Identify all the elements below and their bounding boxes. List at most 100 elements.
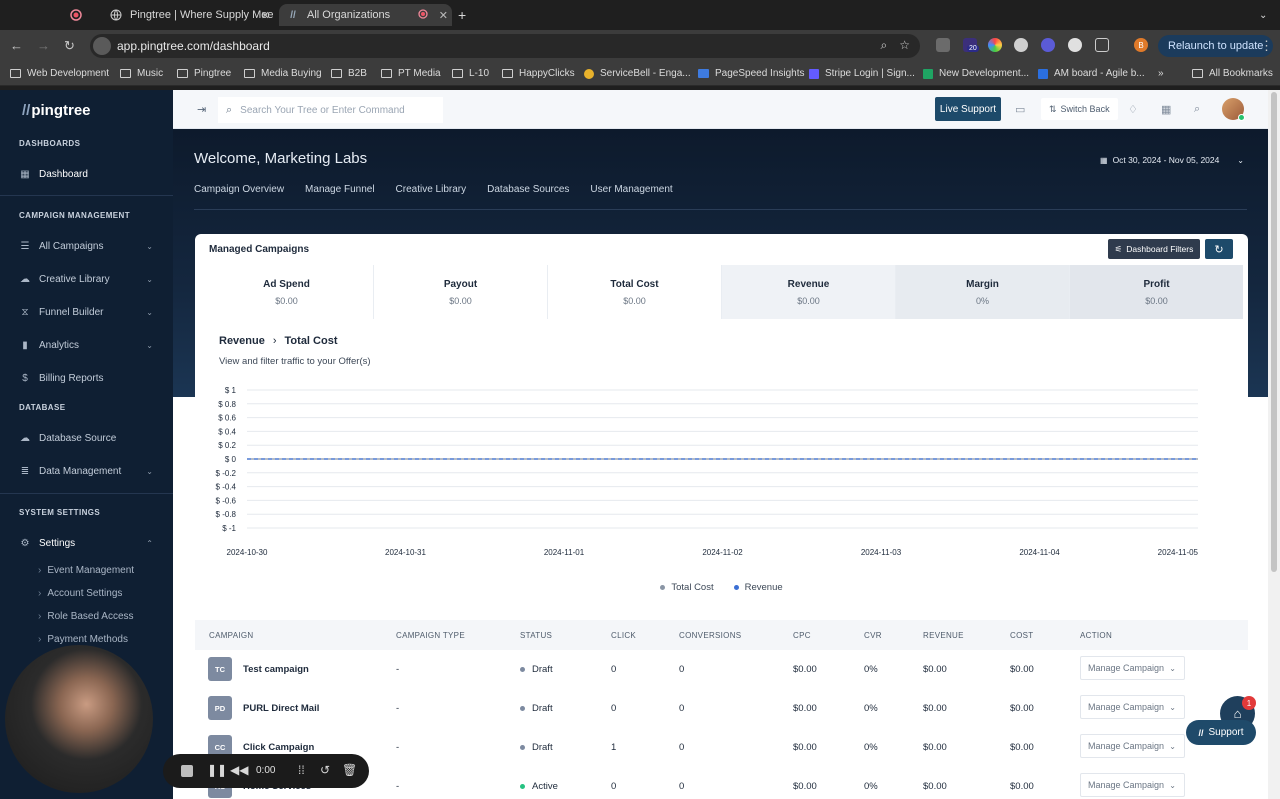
extension-icon[interactable]	[936, 38, 950, 52]
sidebar-subitem-account-settings[interactable]: Account Settings	[38, 588, 122, 599]
sidebar-subitem-role-based-access[interactable]: Role Based Access	[38, 611, 133, 622]
support-button[interactable]: //Support	[1186, 720, 1256, 745]
address-bar[interactable]: app.pingtree.com/dashboard ⌕ ☆	[90, 34, 920, 58]
bookmark-item[interactable]: New Development...	[923, 68, 1029, 79]
bookmark-item[interactable]: AM board - Agile b...	[1038, 68, 1145, 79]
column-header[interactable]: CAMPAIGN	[209, 631, 253, 640]
relaunch-button[interactable]: Relaunch to update	[1158, 35, 1274, 57]
bell-icon[interactable]: ♢	[1128, 103, 1138, 116]
tab-database-sources[interactable]: Database Sources	[487, 184, 569, 195]
drag-handle-icon[interactable]: ⁞⁞	[298, 763, 305, 777]
table-row[interactable]: TC Test campaign - Draft 0 0 $0.00 0% $0…	[195, 650, 1248, 689]
legend-item-total-cost[interactable]: Total Cost	[660, 582, 714, 593]
campaign-name[interactable]: Test campaign	[243, 664, 309, 675]
restart-icon[interactable]: ↺	[320, 763, 330, 777]
bookmark-item[interactable]: Pingtree	[177, 68, 231, 79]
bookmark-item[interactable]: Media Buying	[244, 68, 322, 79]
browser-tab-recording[interactable]	[70, 4, 100, 26]
sidebar-item-creative-library[interactable]: ☁ Creative Library ⌄	[19, 273, 159, 285]
puzzle-icon[interactable]	[1095, 38, 1109, 52]
bookmark-item[interactable]: HappyClicks	[502, 68, 575, 79]
page-scrollbar[interactable]	[1268, 90, 1280, 799]
close-icon[interactable]: ✕	[439, 9, 448, 22]
bookmark-item[interactable]: Stripe Login | Sign...	[809, 68, 915, 79]
bookmark-item[interactable]: L-10	[452, 68, 489, 79]
column-header[interactable]: STATUS	[520, 631, 552, 640]
browser-tab-organizations[interactable]: // All Organizations ✕	[279, 4, 452, 26]
date-range-picker[interactable]: ▦ Oct 30, 2024 - Nov 05, 2024 ⌄	[1100, 152, 1248, 168]
bookmark-item[interactable]: PT Media	[381, 68, 441, 79]
zoom-icon[interactable]: ⌕	[881, 38, 888, 53]
bookmark-item[interactable]: PageSpeed Insights	[698, 68, 805, 79]
live-support-button[interactable]: Live Support	[935, 97, 1001, 121]
sidebar-item-data-management[interactable]: ≣ Data Management ⌄	[19, 465, 159, 477]
bookmark-item[interactable]: ServiceBell - Enga...	[584, 68, 691, 79]
table-row[interactable]: PD PURL Direct Mail - Draft 0 0 $0.00 0%…	[195, 689, 1248, 728]
manage-campaign-dropdown[interactable]: Manage Campaign ⌄	[1080, 695, 1185, 719]
legend-item-revenue[interactable]: Revenue	[733, 582, 783, 593]
scrollbar-thumb[interactable]	[1271, 92, 1277, 572]
close-icon[interactable]: ✕	[261, 9, 270, 22]
more-bookmarks-icon[interactable]: »	[1158, 68, 1164, 79]
column-header[interactable]: CONVERSIONS	[679, 631, 741, 640]
apps-grid-icon[interactable]: ▦	[1161, 103, 1171, 116]
bookmark-item[interactable]: B2B	[331, 68, 367, 79]
browser-tab-pingtree[interactable]: Pingtree | Where Supply Mee ✕	[102, 4, 274, 26]
folder-icon[interactable]: ▭	[1015, 103, 1025, 116]
stop-recording-button[interactable]	[181, 765, 193, 777]
bookmark-item[interactable]: Web Development	[10, 68, 109, 79]
sidebar-item-settings[interactable]: ⚙ Settings ⌃	[19, 537, 159, 549]
sidebar-subitem-payment-methods[interactable]: Payment Methods	[38, 634, 128, 645]
site-info-icon[interactable]	[93, 37, 111, 55]
tab-manage-funnel[interactable]: Manage Funnel	[305, 184, 375, 195]
sidebar-item-billing-reports[interactable]: $ Billing Reports	[19, 372, 159, 384]
campaign-name[interactable]: PURL Direct Mail	[243, 703, 319, 714]
search-icon[interactable]: ⌕	[1194, 103, 1200, 116]
tab-creative-library[interactable]: Creative Library	[396, 184, 467, 195]
sidebar-item-funnel-builder[interactable]: ⧖ Funnel Builder ⌄	[19, 306, 159, 318]
switch-back-button[interactable]: ⇅ Switch Back	[1041, 98, 1118, 120]
tab-list-chevron-icon[interactable]: ⌄	[1259, 4, 1273, 26]
user-avatar[interactable]	[1222, 98, 1245, 121]
search-input[interactable]: ⌕ Search Your Tree or Enter Command	[218, 97, 443, 123]
sidebar-item-dashboard[interactable]: ▦ Dashboard	[19, 168, 159, 180]
rewind-icon[interactable]: ◀◀	[230, 763, 248, 777]
manage-campaign-dropdown[interactable]: Manage Campaign ⌄	[1080, 773, 1185, 797]
dashboard-filters-button[interactable]: ⚟ Dashboard Filters	[1108, 239, 1200, 259]
back-arrow-icon[interactable]: ←	[10, 38, 23, 53]
new-tab-button[interactable]: +	[458, 4, 474, 26]
extension-icon[interactable]	[1014, 38, 1028, 52]
pause-icon[interactable]: ❚❚	[207, 763, 227, 777]
column-header[interactable]: REVENUE	[923, 631, 964, 640]
refresh-button[interactable]: ↻	[1205, 239, 1233, 259]
manage-campaign-dropdown[interactable]: Manage Campaign ⌄	[1080, 656, 1185, 680]
extension-icon[interactable]	[1041, 38, 1055, 52]
y-tick-label: $ -0.6	[216, 496, 237, 505]
kebab-menu-icon[interactable]: ⋮	[1260, 38, 1273, 54]
trash-icon[interactable]: 🗑	[342, 763, 357, 777]
column-header[interactable]: CVR	[864, 631, 882, 640]
column-header[interactable]: COST	[1010, 631, 1033, 640]
tab-user-management[interactable]: User Management	[590, 184, 672, 195]
collapse-sidebar-icon[interactable]: ⇥	[197, 103, 206, 116]
tab-campaign-overview[interactable]: Campaign Overview	[194, 184, 284, 195]
sidebar-item-all-campaigns[interactable]: ☰ All Campaigns ⌄	[19, 240, 159, 252]
extension-icon[interactable]	[988, 38, 1002, 52]
pingtree-logo[interactable]: //pingtree	[22, 102, 91, 119]
cpc-value: $0.00	[793, 703, 817, 714]
bookmark-item[interactable]: Music	[120, 68, 163, 79]
all-bookmarks[interactable]: All Bookmarks	[1192, 68, 1273, 79]
manage-campaign-dropdown[interactable]: Manage Campaign ⌄	[1080, 734, 1185, 758]
reload-icon[interactable]: ↻	[64, 38, 75, 54]
sidebar-subitem-event-management[interactable]: Event Management	[38, 565, 134, 576]
column-header[interactable]: CLICK	[611, 631, 636, 640]
sidebar-item-analytics[interactable]: ▮ Analytics ⌄	[19, 339, 159, 351]
profile-avatar[interactable]: B	[1134, 38, 1148, 52]
column-header[interactable]: CPC	[793, 631, 811, 640]
sidebar-item-database-source[interactable]: ☁ Database Source	[19, 432, 159, 444]
forward-arrow-icon[interactable]: →	[37, 38, 50, 53]
extension-icon[interactable]	[1068, 38, 1082, 52]
column-header[interactable]: CAMPAIGN TYPE	[396, 631, 465, 640]
campaign-name[interactable]: Click Campaign	[243, 742, 314, 753]
bookmark-star-icon[interactable]: ☆	[899, 38, 910, 53]
